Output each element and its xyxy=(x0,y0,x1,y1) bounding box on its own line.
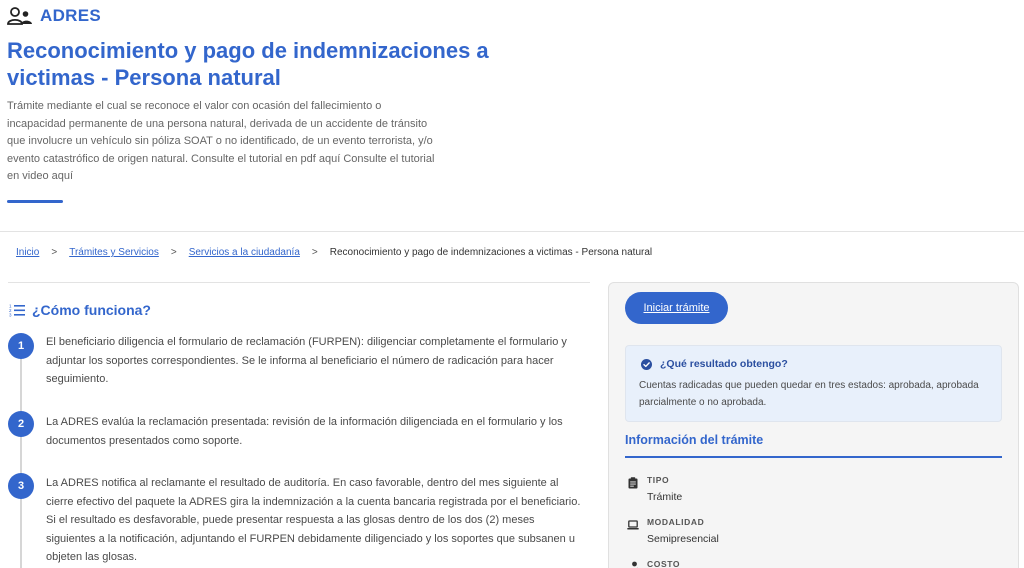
content-divider xyxy=(8,282,590,283)
breadcrumb-separator: > xyxy=(170,247,177,258)
info-label-costo: COSTO xyxy=(647,559,681,568)
step-number-1: 1 xyxy=(8,333,34,359)
info-label-tipo: TIPO xyxy=(647,475,670,485)
result-text: Cuentas radicadas que pueden quedar en t… xyxy=(639,380,979,408)
user-group-icon xyxy=(7,7,32,25)
step-number-2: 2 xyxy=(8,411,34,437)
breadcrumb-link-tramites[interactable]: Trámites y Servicios xyxy=(69,247,159,258)
step-text-2: La ADRES evalúa la reclamación presentad… xyxy=(46,416,563,447)
section-title: ¿Cómo funciona? xyxy=(32,302,151,318)
start-procedure-button[interactable]: Iniciar trámite xyxy=(625,292,728,324)
page-description: Trámite mediante el cual se reconoce el … xyxy=(7,100,435,182)
step-text-1: El beneficiario diligencia el formulario… xyxy=(46,336,567,385)
breadcrumb-link-servicios[interactable]: Servicios a la ciudadanía xyxy=(189,247,300,258)
breadcrumb-separator: > xyxy=(311,247,318,258)
how-it-works-heading: 1 2 3 ¿Cómo funciona? xyxy=(9,302,151,318)
numbered-list-icon: 1 2 3 xyxy=(9,304,25,318)
info-underline xyxy=(625,456,1002,458)
breadcrumb: Inicio > Trámites y Servicios > Servicio… xyxy=(16,247,652,258)
breadcrumb-separator: > xyxy=(51,247,58,258)
hand-coin-icon xyxy=(630,561,638,568)
step-number-3: 3 xyxy=(8,473,34,499)
breadcrumb-link-inicio[interactable]: Inicio xyxy=(16,247,39,258)
check-circle-icon xyxy=(641,358,652,370)
breadcrumb-current: Reconocimiento y pago de indemnizaciones… xyxy=(329,247,653,258)
info-value-modalidad: Semipresencial xyxy=(647,533,719,545)
clipboard-icon xyxy=(628,477,638,489)
timeline-line xyxy=(20,355,22,568)
result-title: ¿Qué resultado obtengo? xyxy=(641,358,788,370)
title-underline xyxy=(7,200,63,203)
page-title: Reconocimiento y pago de indemnizaciones… xyxy=(7,38,489,90)
brand-name: ADRES xyxy=(40,6,102,25)
brand[interactable]: ADRES xyxy=(7,6,101,26)
info-title: Información del trámite xyxy=(625,433,764,447)
result-title-text: ¿Qué resultado obtengo? xyxy=(660,358,788,370)
page-header: ADRES Reconocimiento y pago de indemniza… xyxy=(0,0,1024,232)
info-label-modalidad: MODALIDAD xyxy=(647,517,705,527)
svg-text:3: 3 xyxy=(9,313,12,318)
step-text-3: La ADRES notifica al reclamante el resul… xyxy=(46,477,581,563)
result-box: ¿Qué resultado obtengo? Cuentas radicada… xyxy=(625,345,1002,422)
laptop-icon xyxy=(627,520,639,530)
info-value-tipo: Trámite xyxy=(647,491,683,503)
